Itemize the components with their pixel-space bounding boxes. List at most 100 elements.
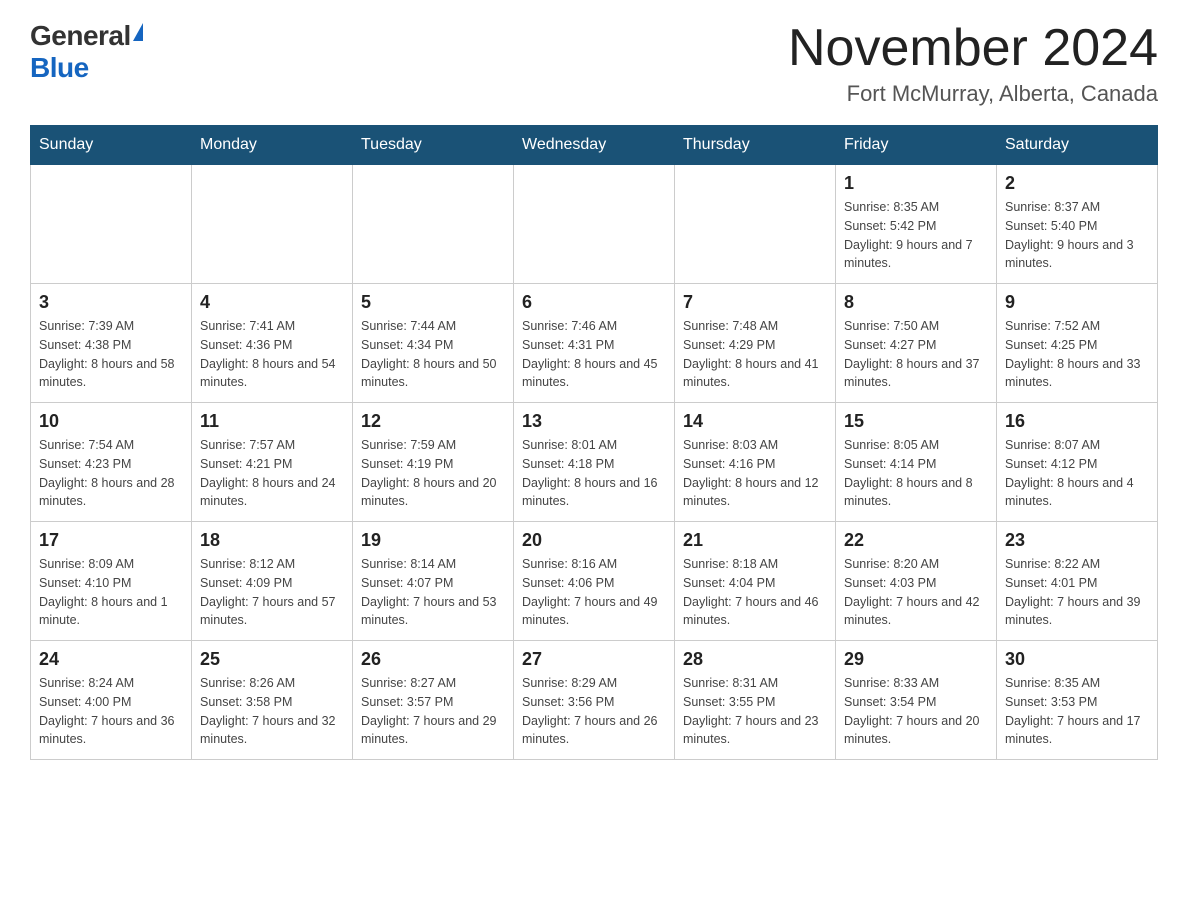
- calendar-cell: 29Sunrise: 8:33 AM Sunset: 3:54 PM Dayli…: [836, 641, 997, 760]
- week-row-3: 17Sunrise: 8:09 AM Sunset: 4:10 PM Dayli…: [31, 522, 1158, 641]
- day-number: 25: [200, 649, 344, 670]
- calendar-cell: 24Sunrise: 8:24 AM Sunset: 4:00 PM Dayli…: [31, 641, 192, 760]
- day-info: Sunrise: 8:33 AM Sunset: 3:54 PM Dayligh…: [844, 674, 988, 749]
- day-number: 11: [200, 411, 344, 432]
- day-info: Sunrise: 7:59 AM Sunset: 4:19 PM Dayligh…: [361, 436, 505, 511]
- day-number: 20: [522, 530, 666, 551]
- day-info: Sunrise: 8:20 AM Sunset: 4:03 PM Dayligh…: [844, 555, 988, 630]
- calendar-cell: 21Sunrise: 8:18 AM Sunset: 4:04 PM Dayli…: [675, 522, 836, 641]
- calendar-cell: 1 Sunrise: 8:35 AM Sunset: 5:42 PM Daylig…: [836, 165, 997, 284]
- calendar-cell: [514, 165, 675, 284]
- day-info: Sunrise: 8:16 AM Sunset: 4:06 PM Dayligh…: [522, 555, 666, 630]
- calendar-cell: 14 Sunrise: 8:03 AM Sunset: 4:16 PM Dayli…: [675, 403, 836, 522]
- calendar-cell: 27 Sunrise: 8:29 AM Sunset: 3:56 PM Dayli…: [514, 641, 675, 760]
- day-number: 3: [39, 292, 183, 313]
- day-number: 28: [683, 649, 827, 670]
- day-number: 5: [361, 292, 505, 313]
- calendar-cell: 18 Sunrise: 8:12 AM Sunset: 4:09 PM Dayli…: [192, 522, 353, 641]
- calendar-cell: 26Sunrise: 8:27 AM Sunset: 3:57 PM Dayli…: [353, 641, 514, 760]
- day-info: Sunrise: 7:39 AM Sunset: 4:38 PM Dayligh…: [39, 317, 183, 392]
- calendar-table: SundayMondayTuesdayWednesdayThursdayFrid…: [30, 125, 1158, 760]
- weekday-header-sunday: Sunday: [31, 126, 192, 165]
- calendar-cell: [675, 165, 836, 284]
- calendar-cell: 28 Sunrise: 8:31 AM Sunset: 3:55 PM Dayli…: [675, 641, 836, 760]
- weekday-header-saturday: Saturday: [997, 126, 1158, 165]
- calendar-cell: 3 Sunrise: 7:39 AM Sunset: 4:38 PM Daylig…: [31, 284, 192, 403]
- calendar-subtitle: Fort McMurray, Alberta, Canada: [788, 81, 1158, 107]
- day-number: 7: [683, 292, 827, 313]
- day-number: 17: [39, 530, 183, 551]
- calendar-cell: 4 Sunrise: 7:41 AM Sunset: 4:36 PM Daylig…: [192, 284, 353, 403]
- week-row-4: 24Sunrise: 8:24 AM Sunset: 4:00 PM Dayli…: [31, 641, 1158, 760]
- day-info: Sunrise: 8:07 AM Sunset: 4:12 PM Dayligh…: [1005, 436, 1149, 511]
- calendar-cell: 9 Sunrise: 7:52 AM Sunset: 4:25 PM Daylig…: [997, 284, 1158, 403]
- day-info: Sunrise: 7:41 AM Sunset: 4:36 PM Dayligh…: [200, 317, 344, 392]
- day-info: Sunrise: 7:57 AM Sunset: 4:21 PM Dayligh…: [200, 436, 344, 511]
- day-number: 23: [1005, 530, 1149, 551]
- day-info: Sunrise: 8:14 AM Sunset: 4:07 PM Dayligh…: [361, 555, 505, 630]
- day-number: 10: [39, 411, 183, 432]
- day-number: 13: [522, 411, 666, 432]
- logo-blue: Blue: [30, 52, 89, 83]
- day-info: Sunrise: 8:35 AM Sunset: 3:53 PM Dayligh…: [1005, 674, 1149, 749]
- day-info: Sunrise: 8:31 AM Sunset: 3:55 PM Dayligh…: [683, 674, 827, 749]
- calendar-cell: [353, 165, 514, 284]
- calendar-cell: 15 Sunrise: 8:05 AM Sunset: 4:14 PM Dayli…: [836, 403, 997, 522]
- week-row-0: 1 Sunrise: 8:35 AM Sunset: 5:42 PM Daylig…: [31, 165, 1158, 284]
- calendar-cell: [192, 165, 353, 284]
- day-number: 15: [844, 411, 988, 432]
- day-number: 27: [522, 649, 666, 670]
- calendar-cell: [31, 165, 192, 284]
- calendar-cell: 13 Sunrise: 8:01 AM Sunset: 4:18 PM Dayli…: [514, 403, 675, 522]
- day-number: 2: [1005, 173, 1149, 194]
- day-number: 16: [1005, 411, 1149, 432]
- day-info: Sunrise: 7:52 AM Sunset: 4:25 PM Dayligh…: [1005, 317, 1149, 392]
- day-number: 30: [1005, 649, 1149, 670]
- calendar-cell: 16 Sunrise: 8:07 AM Sunset: 4:12 PM Dayli…: [997, 403, 1158, 522]
- calendar-cell: 25Sunrise: 8:26 AM Sunset: 3:58 PM Dayli…: [192, 641, 353, 760]
- calendar-cell: 30 Sunrise: 8:35 AM Sunset: 3:53 PM Dayli…: [997, 641, 1158, 760]
- weekday-header-monday: Monday: [192, 126, 353, 165]
- day-number: 6: [522, 292, 666, 313]
- day-number: 21: [683, 530, 827, 551]
- day-info: Sunrise: 8:01 AM Sunset: 4:18 PM Dayligh…: [522, 436, 666, 511]
- day-info: Sunrise: 8:29 AM Sunset: 3:56 PM Dayligh…: [522, 674, 666, 749]
- day-number: 4: [200, 292, 344, 313]
- day-info: Sunrise: 8:03 AM Sunset: 4:16 PM Dayligh…: [683, 436, 827, 511]
- calendar-cell: 19Sunrise: 8:14 AM Sunset: 4:07 PM Dayli…: [353, 522, 514, 641]
- calendar-cell: 12 Sunrise: 7:59 AM Sunset: 4:19 PM Dayli…: [353, 403, 514, 522]
- weekday-header-tuesday: Tuesday: [353, 126, 514, 165]
- day-info: Sunrise: 8:37 AM Sunset: 5:40 PM Dayligh…: [1005, 198, 1149, 273]
- day-number: 9: [1005, 292, 1149, 313]
- weekday-header-thursday: Thursday: [675, 126, 836, 165]
- calendar-cell: 6 Sunrise: 7:46 AM Sunset: 4:31 PM Daylig…: [514, 284, 675, 403]
- day-info: Sunrise: 8:27 AM Sunset: 3:57 PM Dayligh…: [361, 674, 505, 749]
- day-info: Sunrise: 8:35 AM Sunset: 5:42 PM Dayligh…: [844, 198, 988, 273]
- weekday-header-row: SundayMondayTuesdayWednesdayThursdayFrid…: [31, 126, 1158, 165]
- logo-general: General: [30, 20, 131, 52]
- week-row-2: 10 Sunrise: 7:54 AM Sunset: 4:23 PM Dayli…: [31, 403, 1158, 522]
- week-row-1: 3 Sunrise: 7:39 AM Sunset: 4:38 PM Daylig…: [31, 284, 1158, 403]
- day-number: 24: [39, 649, 183, 670]
- calendar-cell: 8 Sunrise: 7:50 AM Sunset: 4:27 PM Daylig…: [836, 284, 997, 403]
- weekday-header-friday: Friday: [836, 126, 997, 165]
- day-info: Sunrise: 7:50 AM Sunset: 4:27 PM Dayligh…: [844, 317, 988, 392]
- day-info: Sunrise: 7:46 AM Sunset: 4:31 PM Dayligh…: [522, 317, 666, 392]
- calendar-cell: 11 Sunrise: 7:57 AM Sunset: 4:21 PM Dayli…: [192, 403, 353, 522]
- calendar-cell: 10 Sunrise: 7:54 AM Sunset: 4:23 PM Dayli…: [31, 403, 192, 522]
- day-number: 12: [361, 411, 505, 432]
- calendar-cell: 5Sunrise: 7:44 AM Sunset: 4:34 PM Daylig…: [353, 284, 514, 403]
- day-number: 18: [200, 530, 344, 551]
- day-number: 8: [844, 292, 988, 313]
- day-info: Sunrise: 8:12 AM Sunset: 4:09 PM Dayligh…: [200, 555, 344, 630]
- day-info: Sunrise: 7:48 AM Sunset: 4:29 PM Dayligh…: [683, 317, 827, 392]
- day-number: 1: [844, 173, 988, 194]
- weekday-header-wednesday: Wednesday: [514, 126, 675, 165]
- day-info: Sunrise: 8:05 AM Sunset: 4:14 PM Dayligh…: [844, 436, 988, 511]
- logo-triangle-icon: [133, 23, 143, 41]
- day-info: Sunrise: 8:22 AM Sunset: 4:01 PM Dayligh…: [1005, 555, 1149, 630]
- calendar-cell: 20 Sunrise: 8:16 AM Sunset: 4:06 PM Dayli…: [514, 522, 675, 641]
- day-number: 14: [683, 411, 827, 432]
- day-info: Sunrise: 7:54 AM Sunset: 4:23 PM Dayligh…: [39, 436, 183, 511]
- page-header: General Blue November 2024 Fort McMurray…: [30, 20, 1158, 107]
